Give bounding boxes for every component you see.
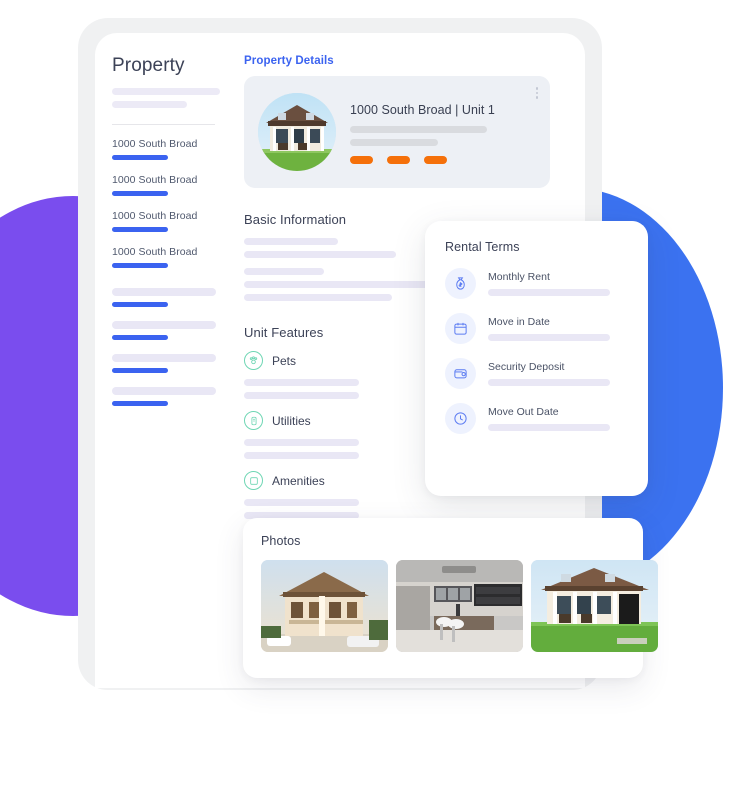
sidebar-item-skeleton-label <box>112 354 216 362</box>
property-detail-body: 1000 South Broad | Unit 1 <box>350 101 536 164</box>
sidebar-item-progress <box>112 368 168 373</box>
sidebar-item-placeholder-1[interactable] <box>112 288 235 307</box>
sidebar-item-property-3[interactable]: 1000 South Broad <box>112 210 235 232</box>
more-vertical-icon[interactable] <box>535 87 538 99</box>
rental-term-label: Monthly Rent <box>488 271 550 283</box>
sidebar-item-skeleton-label <box>112 288 216 296</box>
sidebar-item-placeholder-2[interactable] <box>112 321 235 340</box>
money-bag-icon <box>445 268 476 299</box>
sidebar-item-label: 1000 South Broad <box>112 210 198 222</box>
sidebar-item-progress <box>112 335 168 340</box>
page-title: Property <box>112 55 185 76</box>
sidebar-skeleton-line <box>112 101 187 108</box>
rental-term-move-out-date[interactable]: Move Out Date <box>445 403 628 434</box>
section-link-property-details[interactable]: Property Details <box>244 55 569 67</box>
property-card-skeleton-line <box>350 125 487 133</box>
unit-feature-label: Utilities <box>272 413 311 428</box>
sidebar-item-progress <box>112 302 168 307</box>
property-card-skeleton-line <box>350 138 438 146</box>
wallet-icon <box>445 358 476 389</box>
sidebar-item-skeleton-label <box>112 321 216 329</box>
rental-term-value-skeleton <box>488 424 610 431</box>
rental-term-body: Monthly Rent <box>488 271 628 296</box>
calendar-icon <box>445 313 476 344</box>
photos-card: Photos <box>243 518 658 678</box>
sidebar-item-progress <box>112 155 168 160</box>
sidebar-item-progress <box>112 401 168 406</box>
amenities-icon <box>244 471 263 490</box>
sidebar-item-label: 1000 South Broad <box>112 246 198 258</box>
rental-terms-card: Rental Terms Monthly Rent Move in Date S… <box>425 221 648 496</box>
sidebar-item-progress <box>112 191 168 196</box>
rental-term-body: Security Deposit <box>488 361 628 386</box>
sidebar-item-placeholder-4[interactable] <box>112 387 235 406</box>
sidebar-item-label: 1000 South Broad <box>112 174 198 186</box>
photo-thumbnail-3[interactable] <box>531 560 658 652</box>
rental-term-body: Move in Date <box>488 316 628 341</box>
sidebar-item-property-1[interactable]: 1000 South Broad <box>112 138 235 160</box>
sidebar-item-progress <box>112 227 168 232</box>
rental-term-move-in-date[interactable]: Move in Date <box>445 313 628 344</box>
utilities-icon <box>244 411 263 430</box>
photos-strip <box>261 560 658 652</box>
sidebar-item-property-2[interactable]: 1000 South Broad <box>112 174 235 196</box>
clock-icon <box>445 403 476 434</box>
rental-terms-title: Rental Terms <box>445 240 520 254</box>
unit-feature-label: Amenities <box>272 473 325 488</box>
rental-term-value-skeleton <box>488 379 610 386</box>
sidebar-divider <box>112 124 215 125</box>
photo-thumbnail-2[interactable] <box>396 560 523 652</box>
sidebar-item-skeleton-label <box>112 387 216 395</box>
unit-feature-skeleton <box>244 499 569 519</box>
rental-term-label: Security Deposit <box>488 361 565 373</box>
rental-term-security-deposit[interactable]: Security Deposit <box>445 358 628 389</box>
property-card-badges <box>350 155 536 164</box>
sidebar: Property 1000 South Broad 1000 South Bro… <box>95 33 235 688</box>
status-badge[interactable] <box>350 155 373 164</box>
status-badge[interactable] <box>387 155 410 164</box>
property-detail-card[interactable]: 1000 South Broad | Unit 1 <box>244 76 550 188</box>
rental-term-value-skeleton <box>488 289 610 296</box>
rental-term-label: Move in Date <box>488 316 550 328</box>
sidebar-item-property-4[interactable]: 1000 South Broad <box>112 246 235 268</box>
property-avatar <box>258 93 336 171</box>
rental-term-label: Move Out Date <box>488 406 559 418</box>
illustration-stage: Property 1000 South Broad 1000 South Bro… <box>0 0 748 809</box>
photos-title: Photos <box>261 534 301 548</box>
rental-term-body: Move Out Date <box>488 406 628 431</box>
sidebar-skeleton-line <box>112 88 220 95</box>
sidebar-item-label: 1000 South Broad <box>112 138 198 150</box>
sidebar-item-progress <box>112 263 168 268</box>
rental-term-value-skeleton <box>488 334 610 341</box>
unit-feature-label: Pets <box>272 353 297 368</box>
photo-thumbnail-1[interactable] <box>261 560 388 652</box>
property-card-title: 1000 South Broad | Unit 1 <box>350 102 495 117</box>
sidebar-item-placeholder-3[interactable] <box>112 354 235 373</box>
rental-term-monthly-rent[interactable]: Monthly Rent <box>445 268 628 299</box>
paw-icon <box>244 351 263 370</box>
status-badge[interactable] <box>424 155 447 164</box>
